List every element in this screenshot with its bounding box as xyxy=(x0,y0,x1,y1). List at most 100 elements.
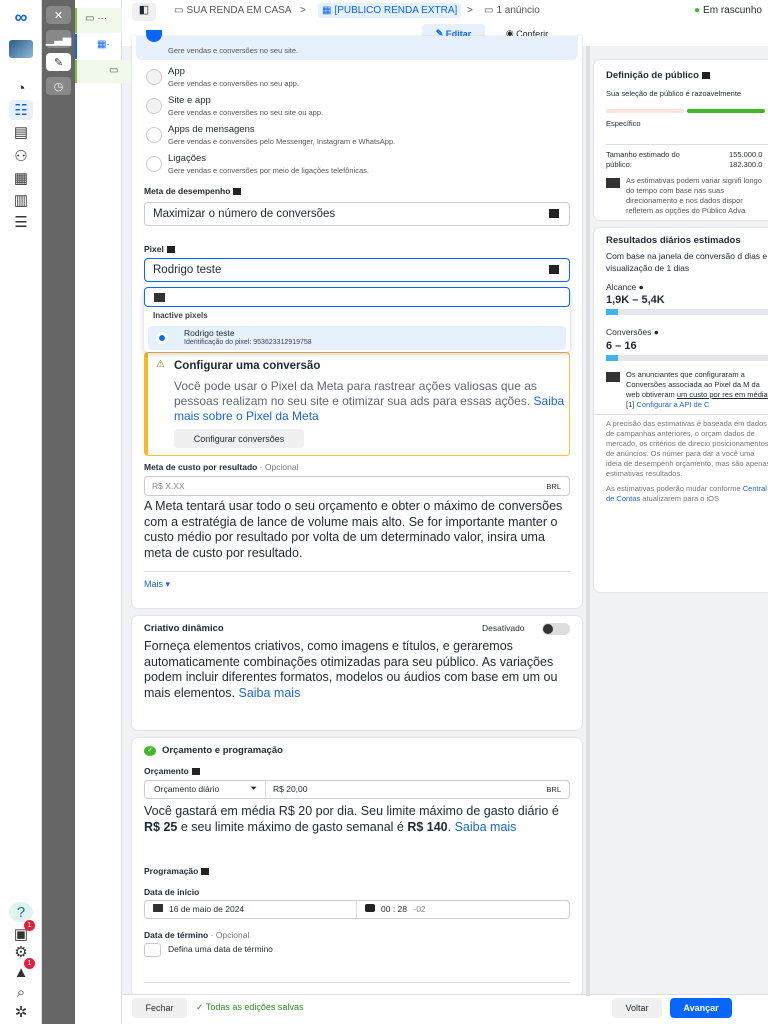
budget-label: Orçamento xyxy=(144,766,200,776)
next-button[interactable]: Avançar xyxy=(670,998,732,1018)
audiences-icon[interactable]: ⚇ xyxy=(9,146,33,166)
info-icon: ● xyxy=(638,282,644,292)
cost-help-text: A Meta tentará usar todo o seu orçamento… xyxy=(144,499,563,560)
breadcrumb-ad[interactable]: ▭ 1 anúncio xyxy=(484,5,540,16)
pages-icon[interactable]: ▤ xyxy=(9,122,33,142)
pixel-select[interactable]: Rodrigo teste xyxy=(144,258,570,282)
pixel-dropdown: Inactive pixels Rodrigo teste Identifica… xyxy=(144,287,570,352)
dropdown-icon: ⏷ xyxy=(250,783,257,793)
breadcrumb-adset[interactable]: ▦ [PUBLICO RENDA EXTRA] xyxy=(318,3,462,18)
footer: Fechar ✓ Todas as edições salvas Voltar … xyxy=(122,994,768,1024)
breadcrumb-separator: > xyxy=(300,5,306,16)
campaigns-icon[interactable]: ☷ xyxy=(9,100,33,120)
budget-amount-input[interactable]: R$ 20,00 xyxy=(273,784,308,794)
badge: 1 xyxy=(24,958,35,969)
meta-logo-icon[interactable]: ∞ xyxy=(9,7,33,27)
dashboard-icon[interactable]: ◔ xyxy=(9,78,33,98)
ad-icon: ▭ xyxy=(484,5,494,16)
setup-conversion-warning: ⚠ Configurar uma conversão Você pode usa… xyxy=(144,352,570,456)
alerts-icon[interactable]: ▲ 1 xyxy=(9,958,35,982)
history-icon[interactable]: ◷ xyxy=(46,77,71,95)
radio-selected[interactable] xyxy=(146,30,162,42)
status-badge: ● Em rascunho xyxy=(694,5,762,16)
cost-goal-input[interactable]: R$ X.XX BRL xyxy=(144,476,570,496)
editor-tools: ✕ ▁▃▅ ✎ ◷ xyxy=(42,0,75,1024)
radio[interactable] xyxy=(146,127,162,143)
start-date-input[interactable]: 16 de maio de 2024 xyxy=(145,901,357,918)
folder-icon: ▭ xyxy=(174,5,184,16)
badge: 1 xyxy=(24,920,35,931)
breadcrumb-campaign[interactable]: ▭ SUA RENDA EM CASA xyxy=(174,5,291,16)
pixel-search-input[interactable] xyxy=(144,287,570,307)
radio[interactable] xyxy=(146,98,162,114)
info-icon xyxy=(233,188,242,196)
more-toggle[interactable]: Mais ▾ xyxy=(144,579,170,590)
tree-adset[interactable]: ▦· xyxy=(75,34,122,59)
global-nav: ∞ ◔ ☷ ▤ ⚇ ▦ ▥ ☰ ? ▣ 1 ⚙ ▲ 1 ⌕ ✲ xyxy=(0,0,42,1024)
end-date-label: Data de término · Opcional xyxy=(144,930,250,940)
avatar[interactable] xyxy=(9,40,33,58)
sidebar-toggle-icon[interactable]: ◧ xyxy=(132,3,156,21)
column-divider xyxy=(586,46,590,996)
help-icon[interactable]: ? xyxy=(9,902,33,922)
dropdown-icon xyxy=(549,265,559,274)
chart-icon[interactable]: ▁▃▅ xyxy=(46,30,71,48)
budget-type-select[interactable]: Orçamento diário ⏷ xyxy=(145,781,266,798)
audience-meter-specific xyxy=(606,109,684,113)
info-icon xyxy=(166,246,175,254)
start-time-input[interactable]: 00 : 28 -02 xyxy=(365,904,426,914)
audience-definition-card: Definição de público Sua seleção de públ… xyxy=(594,60,768,220)
calendar-icon xyxy=(153,904,163,912)
conversion-option-website[interactable]: Gere vendas e conversões no seu site. xyxy=(136,30,578,60)
end-date-checkbox[interactable] xyxy=(144,943,161,957)
trend-icon xyxy=(606,178,620,188)
cost-goal-label: Meta de custo por resultado · Opcional xyxy=(144,462,299,472)
close-icon[interactable]: ✕ xyxy=(46,6,71,24)
estimated-results-card: Resultados diários estimados Com base na… xyxy=(594,228,768,592)
configure-api-link[interactable]: Configurar a API de C xyxy=(636,400,709,409)
edit-icon[interactable]: ✎ xyxy=(46,53,71,71)
notifications-icon[interactable]: ▣ 1 xyxy=(9,920,35,944)
pixel-option[interactable]: Rodrigo teste Identificação do pixel: 95… xyxy=(148,326,566,350)
budget-learn-more-link[interactable]: Saiba mais xyxy=(455,820,517,834)
dynamic-learn-more-link[interactable]: Saiba mais xyxy=(238,686,300,700)
structure-tree: ▭ ··· ▦· ▭ xyxy=(75,0,141,1024)
conversions-bar xyxy=(606,355,768,361)
radio-selected xyxy=(156,332,168,344)
performance-goal-select[interactable]: Maximizar o número de conversões xyxy=(144,202,570,226)
check-icon: ✓ xyxy=(196,1002,206,1012)
radio[interactable] xyxy=(146,69,162,85)
audience-title: Definição de público xyxy=(606,70,710,81)
bug-report-icon[interactable]: ✲ xyxy=(9,1002,33,1022)
reach-bar xyxy=(606,309,768,315)
info-icon xyxy=(201,868,210,876)
info-icon: ● xyxy=(653,327,659,337)
saved-status: ✓ Todas as edições salvas xyxy=(196,1002,304,1012)
catalog-icon[interactable]: ▦ xyxy=(9,168,33,188)
goal-label: Meta de desempenho xyxy=(144,186,242,196)
adset-icon: ▦ xyxy=(322,5,332,16)
search-icon[interactable]: ⌕ xyxy=(9,982,33,1002)
close-button[interactable]: Fechar xyxy=(132,998,187,1018)
billing-icon[interactable]: ▥ xyxy=(9,190,33,210)
configure-conversions-button[interactable]: Configurar conversões xyxy=(174,429,304,448)
reach-label: Alcance ● xyxy=(606,282,644,292)
pixel-label: Pixel xyxy=(144,244,175,254)
radio[interactable] xyxy=(146,156,162,172)
back-button[interactable]: Voltar xyxy=(612,998,662,1018)
dynamic-creative-toggle[interactable] xyxy=(542,623,570,635)
clock-icon xyxy=(365,904,375,912)
search-icon xyxy=(154,293,165,302)
dropdown-icon xyxy=(549,209,559,218)
conversion-card: Gere vendas e conversões no seu site. Ap… xyxy=(132,30,582,608)
trend-icon xyxy=(606,372,620,382)
dynamic-creative-card: Criativo dinâmico Desativado Forneça ele… xyxy=(132,616,582,730)
warning-text: Você pode usar o Pixel da Meta para rast… xyxy=(174,379,565,423)
tree-campaign[interactable]: ▭ ··· xyxy=(75,8,122,33)
start-date-group: 16 de maio de 2024 00 : 28 -02 xyxy=(144,900,570,919)
schedule-label: Programação xyxy=(144,866,210,876)
menu-icon[interactable]: ☰ xyxy=(9,212,33,232)
warning-icon: ⚠ xyxy=(156,359,165,370)
audience-meter-fill xyxy=(687,109,765,113)
breadcrumb-separator: > xyxy=(467,5,473,16)
